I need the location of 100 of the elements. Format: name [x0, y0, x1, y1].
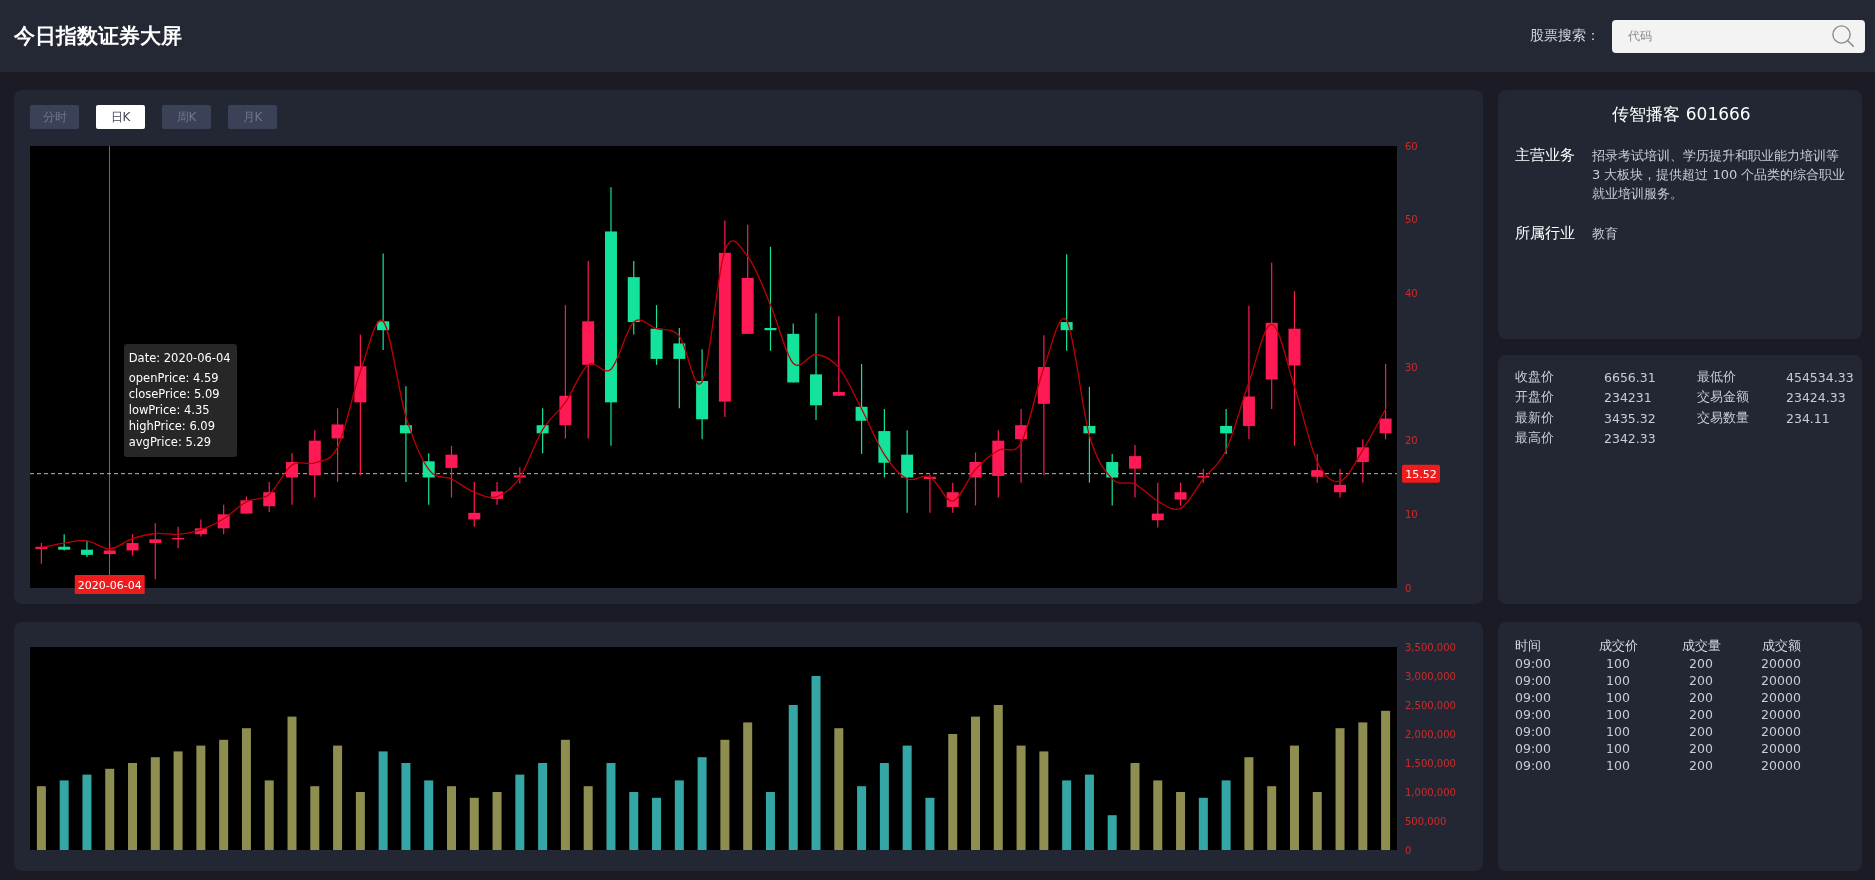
field-value: 招录考试培训、学历提升和职业能力培训等 3 大板块，提供超过 100 个品类的综合职业就业培训服务。 — [1592, 147, 1847, 203]
candle — [923, 473, 936, 514]
quote-value: 23424.33 — [1786, 390, 1847, 406]
volume-bar — [264, 780, 274, 850]
volume-bar — [59, 780, 69, 850]
tooltip-line: openPrice: 4.59 — [128, 370, 220, 386]
table-cell-text: 200 — [1688, 656, 1714, 671]
candle — [1356, 438, 1369, 484]
column-header: 时间 — [1515, 638, 1542, 655]
candle — [35, 542, 48, 565]
search-field[interactable]: 代码 — [1612, 19, 1865, 53]
axis-label: 30 — [1405, 361, 1418, 373]
search-icon[interactable] — [1832, 24, 1854, 47]
table-cell-text: 09:00 — [1515, 724, 1553, 739]
volume-bar — [857, 786, 867, 850]
table-cell-text: 20000 — [1760, 707, 1802, 722]
axis-label: 3,000,000 — [1405, 670, 1456, 682]
table-cell-text: 09:00 — [1515, 673, 1553, 688]
volume-bar — [925, 797, 935, 850]
quote-value: 454534.33 — [1786, 369, 1854, 385]
axis-label: 2,000,000 — [1405, 728, 1456, 740]
date-tag: 2020-06-04 — [74, 575, 145, 594]
candle — [422, 452, 435, 506]
field-label: 所属行业 — [1515, 224, 1576, 243]
candle — [513, 466, 526, 484]
axis-label: 50 — [1405, 214, 1418, 226]
candle — [217, 504, 230, 535]
volume-bar — [629, 792, 639, 850]
volume-bar — [1153, 780, 1163, 850]
candle — [286, 452, 298, 506]
table-cell-text: 200 — [1688, 690, 1714, 705]
volume-bar — [1062, 780, 1072, 850]
candle — [878, 408, 891, 479]
candle — [468, 481, 481, 528]
quote-label: 交易金额 — [1697, 389, 1750, 407]
candle — [1151, 482, 1164, 529]
table-cell-text: 200 — [1688, 673, 1714, 688]
volume-bar — [674, 780, 684, 850]
volume-bar — [492, 792, 502, 850]
candle — [1106, 453, 1119, 507]
volume-bar — [36, 786, 46, 850]
volume-bar — [1267, 786, 1277, 850]
quote-label: 开盘价 — [1515, 389, 1555, 407]
table-cell-text: 200 — [1688, 707, 1714, 722]
quote-label: 最新价 — [1515, 409, 1555, 427]
volume-bar — [1176, 792, 1186, 850]
candle — [172, 526, 185, 549]
column-header: 成交量 — [1680, 638, 1722, 655]
quote-value: 3435.32 — [1604, 410, 1657, 426]
candle — [946, 482, 959, 514]
volume-bar — [310, 786, 320, 850]
period-tab[interactable]: 日K — [96, 105, 145, 129]
candle — [308, 429, 321, 498]
axis-label: 60 — [1405, 140, 1418, 152]
axis-label: 3,500,000 — [1405, 641, 1456, 653]
tooltip-line: closePrice: 5.09 — [128, 386, 221, 402]
quote-value: 234231 — [1604, 390, 1653, 406]
axis-label: 0 — [1405, 844, 1412, 856]
axis-label: 20 — [1405, 435, 1418, 447]
table-cell-text: 09:00 — [1515, 758, 1553, 773]
table-cell-text: 200 — [1688, 724, 1714, 739]
axis-label: 2,500,000 — [1405, 699, 1456, 711]
quote-value: 2342.33 — [1604, 431, 1657, 447]
tooltip-line: highPrice: 6.09 — [128, 418, 216, 434]
candle — [194, 518, 207, 538]
company-title: 传智播客 601666 — [1611, 103, 1752, 125]
table-cell-text: 20000 — [1760, 724, 1802, 739]
quote-label: 最高价 — [1515, 430, 1555, 448]
volume-bar — [447, 786, 456, 850]
table-cell-text: 100 — [1605, 707, 1631, 722]
quote-label: 交易数量 — [1697, 409, 1750, 427]
table-cell-text: 20000 — [1760, 758, 1802, 773]
table-cell-text: 200 — [1688, 741, 1714, 756]
quote-value: 6656.31 — [1604, 369, 1657, 385]
volume-bar — [469, 797, 479, 850]
candle — [149, 522, 162, 580]
candle — [787, 322, 800, 384]
table-cell-text: 20000 — [1760, 690, 1802, 705]
table-cell-text: 200 — [1688, 758, 1714, 773]
table-cell-text: 100 — [1605, 656, 1631, 671]
volume-bar — [1198, 797, 1208, 850]
volume-bar — [765, 792, 775, 850]
table-cell-text: 09:00 — [1515, 707, 1553, 722]
candle — [650, 304, 663, 366]
field-value: 教育 — [1592, 225, 1619, 243]
search-label: 股票搜索： — [1530, 27, 1600, 45]
tooltip-title: Date: 2020-06-04 — [128, 350, 231, 366]
candle — [58, 533, 71, 552]
candle — [240, 496, 253, 515]
candle — [263, 481, 276, 513]
candle — [969, 451, 982, 507]
candle — [536, 407, 549, 454]
table-cell-text: 100 — [1605, 673, 1631, 688]
axis-label: 500,000 — [1405, 815, 1447, 827]
candle — [1197, 468, 1210, 484]
tooltip-line: lowPrice: 4.35 — [128, 402, 211, 418]
app-title: 今日指数证券大屏 — [14, 23, 182, 50]
axis-label: 1,500,000 — [1405, 757, 1456, 769]
table-cell-text: 20000 — [1760, 673, 1802, 688]
candle — [491, 481, 504, 506]
